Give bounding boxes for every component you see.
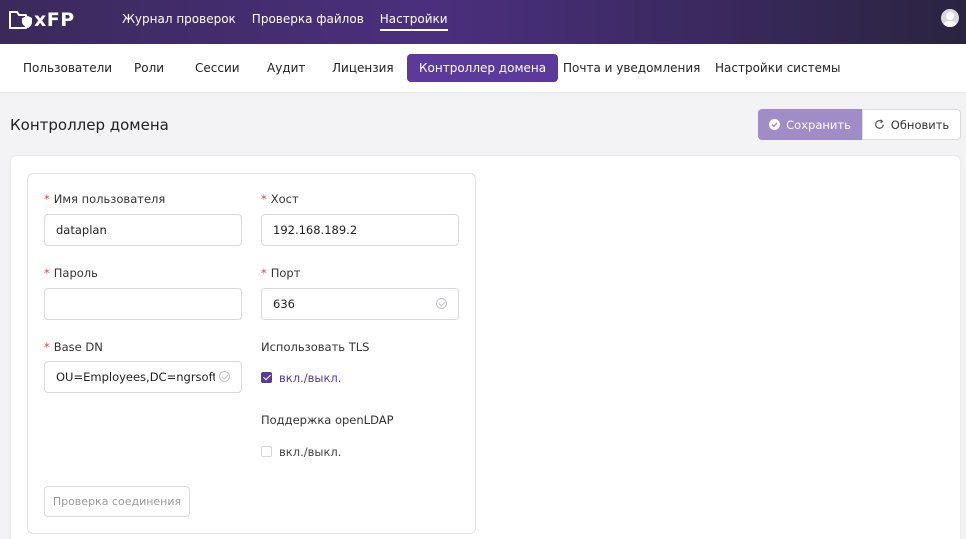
port-input[interactable]: [261, 288, 459, 320]
valid-check-icon: [436, 298, 447, 309]
openldap-label: Поддержка openLDAP: [261, 413, 394, 427]
tab-sessions[interactable]: Сессии: [183, 54, 252, 82]
tls-label: Использовать TLS: [261, 340, 370, 354]
nav-journal[interactable]: Журнал проверок: [122, 0, 236, 44]
tab-license[interactable]: Лицензия: [320, 54, 406, 82]
host-label: * Хост: [261, 192, 299, 206]
password-input[interactable]: [44, 288, 242, 320]
tab-mail-notifications[interactable]: Почта и уведомления: [551, 54, 712, 82]
check-circle-icon: [769, 119, 781, 130]
avatar-body: [943, 21, 957, 27]
test-connection-button[interactable]: Проверка соединения: [44, 486, 190, 517]
tab-roles[interactable]: Роли: [122, 54, 176, 82]
refresh-button[interactable]: Обновить: [862, 109, 961, 140]
username-label: * Имя пользователя: [44, 192, 166, 206]
app-logo[interactable]: xFP: [9, 9, 75, 31]
tab-users[interactable]: Пользователи: [11, 54, 124, 82]
port-label: * Порт: [261, 266, 301, 280]
folder-shield-icon: [9, 11, 32, 29]
tls-toggle-label[interactable]: вкл./выкл.: [279, 371, 341, 385]
base-dn-input[interactable]: [44, 361, 242, 393]
top-bar: xFP Журнал проверок Проверка файлов Наст…: [0, 0, 966, 44]
valid-check-icon: [219, 371, 230, 382]
nav-settings[interactable]: Настройки: [379, 0, 448, 44]
page-title: Контроллер домена: [10, 116, 169, 134]
save-button[interactable]: Сохранить: [758, 109, 862, 140]
avatar-head: [946, 12, 954, 20]
tls-checkbox[interactable]: [261, 372, 272, 383]
refresh-icon: [874, 119, 884, 129]
openldap-toggle-label[interactable]: вкл./выкл.: [279, 445, 341, 459]
tab-system-settings[interactable]: Настройки системы: [703, 54, 852, 82]
tab-audit[interactable]: Аудит: [255, 54, 317, 82]
openldap-checkbox[interactable]: [261, 446, 272, 457]
user-avatar-icon[interactable]: [941, 9, 959, 27]
tab-domain-controller[interactable]: Контроллер домена: [407, 54, 559, 82]
settings-tabs: Пользователи Роли Сессии Аудит Лицензия …: [0, 44, 966, 92]
base-dn-label: * Base DN: [44, 340, 103, 354]
logo-text: xFP: [34, 9, 75, 31]
top-nav: Журнал проверок Проверка файлов Настройк…: [122, 0, 464, 44]
refresh-label: Обновить: [890, 117, 950, 132]
password-label: * Пароль: [44, 266, 98, 280]
username-input[interactable]: [44, 214, 242, 246]
host-input[interactable]: [261, 214, 459, 246]
nav-file-check[interactable]: Проверка файлов: [252, 0, 364, 44]
save-label: Сохранить: [786, 117, 851, 132]
